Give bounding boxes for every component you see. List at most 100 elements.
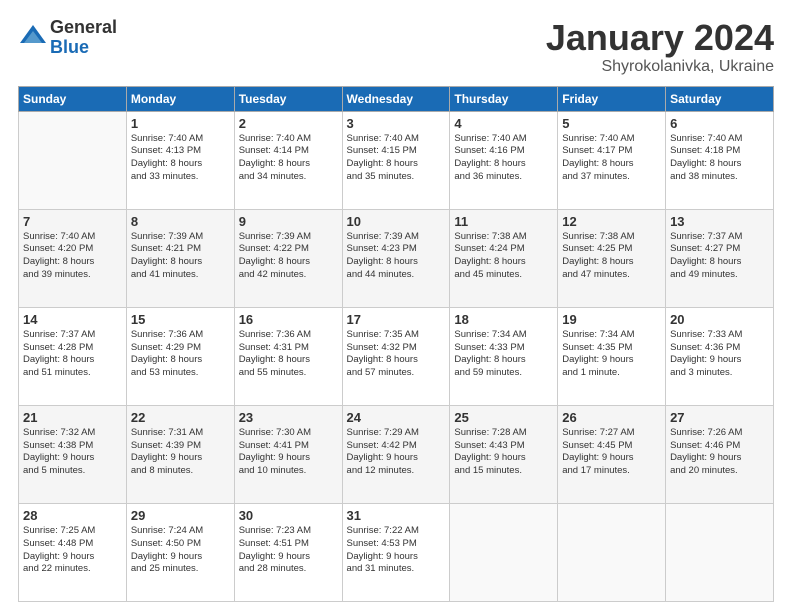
day-info: Sunrise: 7:40 AMSunset: 4:13 PMDaylight:… [131, 133, 230, 184]
calendar-cell [666, 503, 774, 601]
day-info: Sunrise: 7:27 AMSunset: 4:45 PMDaylight:… [562, 427, 661, 478]
day-header-sunday: Sunday [19, 86, 127, 111]
calendar-cell: 7 Sunrise: 7:40 AMSunset: 4:20 PMDaylight… [19, 209, 127, 307]
day-info: Sunrise: 7:39 AMSunset: 4:23 PMDaylight:… [347, 231, 446, 282]
calendar: SundayMondayTuesdayWednesdayThursdayFrid… [18, 86, 774, 602]
calendar-cell: 4 Sunrise: 7:40 AMSunset: 4:16 PMDaylight… [450, 111, 558, 209]
day-info: Sunrise: 7:40 AMSunset: 4:18 PMDaylight:… [670, 133, 769, 184]
calendar-cell: 5 Sunrise: 7:40 AMSunset: 4:17 PMDaylight… [558, 111, 666, 209]
calendar-cell [450, 503, 558, 601]
day-info: Sunrise: 7:39 AMSunset: 4:22 PMDaylight:… [239, 231, 338, 282]
day-number: 4 [454, 116, 553, 131]
day-number: 18 [454, 312, 553, 327]
calendar-cell: 13 Sunrise: 7:37 AMSunset: 4:27 PMDayligh… [666, 209, 774, 307]
day-info: Sunrise: 7:37 AMSunset: 4:27 PMDaylight:… [670, 231, 769, 282]
calendar-cell [19, 111, 127, 209]
day-number: 7 [23, 214, 122, 229]
day-header-thursday: Thursday [450, 86, 558, 111]
day-number: 25 [454, 410, 553, 425]
calendar-cell: 8 Sunrise: 7:39 AMSunset: 4:21 PMDaylight… [126, 209, 234, 307]
day-info: Sunrise: 7:24 AMSunset: 4:50 PMDaylight:… [131, 525, 230, 576]
day-number: 10 [347, 214, 446, 229]
day-number: 26 [562, 410, 661, 425]
calendar-cell: 27 Sunrise: 7:26 AMSunset: 4:46 PMDayligh… [666, 405, 774, 503]
calendar-cell: 29Sunrise: 7:24 AMSunset: 4:50 PMDayligh… [126, 503, 234, 601]
calendar-cell: 6 Sunrise: 7:40 AMSunset: 4:18 PMDaylight… [666, 111, 774, 209]
calendar-cell: 15 Sunrise: 7:36 AMSunset: 4:29 PMDayligh… [126, 307, 234, 405]
calendar-cell: 9Sunrise: 7:39 AMSunset: 4:22 PMDaylight… [234, 209, 342, 307]
day-header-wednesday: Wednesday [342, 86, 450, 111]
week-row-2: 7 Sunrise: 7:40 AMSunset: 4:20 PMDaylight… [19, 209, 774, 307]
calendar-cell: 14 Sunrise: 7:37 AMSunset: 4:28 PMDayligh… [19, 307, 127, 405]
calendar-cell: 26 Sunrise: 7:27 AMSunset: 4:45 PMDayligh… [558, 405, 666, 503]
day-number: 19 [562, 312, 661, 327]
day-header-monday: Monday [126, 86, 234, 111]
day-info: Sunrise: 7:30 AMSunset: 4:41 PMDaylight:… [239, 427, 338, 478]
day-info: Sunrise: 7:40 AMSunset: 4:16 PMDaylight:… [454, 133, 553, 184]
calendar-cell: 11Sunrise: 7:38 AMSunset: 4:24 PMDayligh… [450, 209, 558, 307]
day-number: 22 [131, 410, 230, 425]
logo-general: General [50, 18, 117, 38]
day-info: Sunrise: 7:35 AMSunset: 4:32 PMDaylight:… [347, 329, 446, 380]
day-number: 16 [239, 312, 338, 327]
day-number: 20 [670, 312, 769, 327]
month-title: January 2024 [546, 18, 774, 58]
week-row-1: 1 Sunrise: 7:40 AMSunset: 4:13 PMDaylight… [19, 111, 774, 209]
day-info: Sunrise: 7:40 AMSunset: 4:20 PMDaylight:… [23, 231, 122, 282]
calendar-cell: 22 Sunrise: 7:31 AMSunset: 4:39 PMDayligh… [126, 405, 234, 503]
day-info: Sunrise: 7:34 AMSunset: 4:35 PMDaylight:… [562, 329, 661, 380]
calendar-cell: 20 Sunrise: 7:33 AMSunset: 4:36 PMDayligh… [666, 307, 774, 405]
day-info: Sunrise: 7:31 AMSunset: 4:39 PMDaylight:… [131, 427, 230, 478]
logo-blue: Blue [50, 38, 117, 58]
day-info: Sunrise: 7:36 AMSunset: 4:29 PMDaylight:… [131, 329, 230, 380]
calendar-cell: 28 Sunrise: 7:25 AMSunset: 4:48 PMDayligh… [19, 503, 127, 601]
day-info: Sunrise: 7:38 AMSunset: 4:25 PMDaylight:… [562, 231, 661, 282]
logo-text: General Blue [50, 18, 117, 58]
calendar-cell: 21Sunrise: 7:32 AMSunset: 4:38 PMDayligh… [19, 405, 127, 503]
calendar-cell: 30 Sunrise: 7:23 AMSunset: 4:51 PMDayligh… [234, 503, 342, 601]
logo-icon [18, 23, 48, 53]
day-header-tuesday: Tuesday [234, 86, 342, 111]
day-info: Sunrise: 7:34 AMSunset: 4:33 PMDaylight:… [454, 329, 553, 380]
day-info: Sunrise: 7:40 AMSunset: 4:17 PMDaylight:… [562, 133, 661, 184]
day-number: 28 [23, 508, 122, 523]
day-number: 8 [131, 214, 230, 229]
day-number: 13 [670, 214, 769, 229]
title-block: January 2024 Shyrokolanivka, Ukraine [546, 18, 774, 76]
day-info: Sunrise: 7:28 AMSunset: 4:43 PMDaylight:… [454, 427, 553, 478]
day-number: 2 [239, 116, 338, 131]
day-number: 3 [347, 116, 446, 131]
calendar-cell: 17Sunrise: 7:35 AMSunset: 4:32 PMDayligh… [342, 307, 450, 405]
day-info: Sunrise: 7:37 AMSunset: 4:28 PMDaylight:… [23, 329, 122, 380]
calendar-cell: 19 Sunrise: 7:34 AMSunset: 4:35 PMDayligh… [558, 307, 666, 405]
day-number: 1 [131, 116, 230, 131]
day-info: Sunrise: 7:40 AMSunset: 4:15 PMDaylight:… [347, 133, 446, 184]
day-info: Sunrise: 7:29 AMSunset: 4:42 PMDaylight:… [347, 427, 446, 478]
page: General Blue January 2024 Shyrokolanivka… [0, 0, 792, 612]
day-info: Sunrise: 7:32 AMSunset: 4:38 PMDaylight:… [23, 427, 122, 478]
calendar-cell: 12Sunrise: 7:38 AMSunset: 4:25 PMDayligh… [558, 209, 666, 307]
calendar-cell: 31Sunrise: 7:22 AMSunset: 4:53 PMDayligh… [342, 503, 450, 601]
day-info: Sunrise: 7:33 AMSunset: 4:36 PMDaylight:… [670, 329, 769, 380]
calendar-cell: 1 Sunrise: 7:40 AMSunset: 4:13 PMDaylight… [126, 111, 234, 209]
day-number: 30 [239, 508, 338, 523]
calendar-cell: 23Sunrise: 7:30 AMSunset: 4:41 PMDayligh… [234, 405, 342, 503]
day-info: Sunrise: 7:36 AMSunset: 4:31 PMDaylight:… [239, 329, 338, 380]
day-number: 14 [23, 312, 122, 327]
week-row-3: 14 Sunrise: 7:37 AMSunset: 4:28 PMDayligh… [19, 307, 774, 405]
day-info: Sunrise: 7:39 AMSunset: 4:21 PMDaylight:… [131, 231, 230, 282]
day-number: 5 [562, 116, 661, 131]
day-number: 27 [670, 410, 769, 425]
day-header-saturday: Saturday [666, 86, 774, 111]
calendar-cell: 2 Sunrise: 7:40 AMSunset: 4:14 PMDaylight… [234, 111, 342, 209]
day-number: 15 [131, 312, 230, 327]
day-info: Sunrise: 7:40 AMSunset: 4:14 PMDaylight:… [239, 133, 338, 184]
day-number: 6 [670, 116, 769, 131]
calendar-cell: 10 Sunrise: 7:39 AMSunset: 4:23 PMDayligh… [342, 209, 450, 307]
day-info: Sunrise: 7:25 AMSunset: 4:48 PMDaylight:… [23, 525, 122, 576]
calendar-cell: 25 Sunrise: 7:28 AMSunset: 4:43 PMDayligh… [450, 405, 558, 503]
calendar-cell: 16 Sunrise: 7:36 AMSunset: 4:31 PMDayligh… [234, 307, 342, 405]
day-number: 31 [347, 508, 446, 523]
day-info: Sunrise: 7:26 AMSunset: 4:46 PMDaylight:… [670, 427, 769, 478]
day-info: Sunrise: 7:23 AMSunset: 4:51 PMDaylight:… [239, 525, 338, 576]
